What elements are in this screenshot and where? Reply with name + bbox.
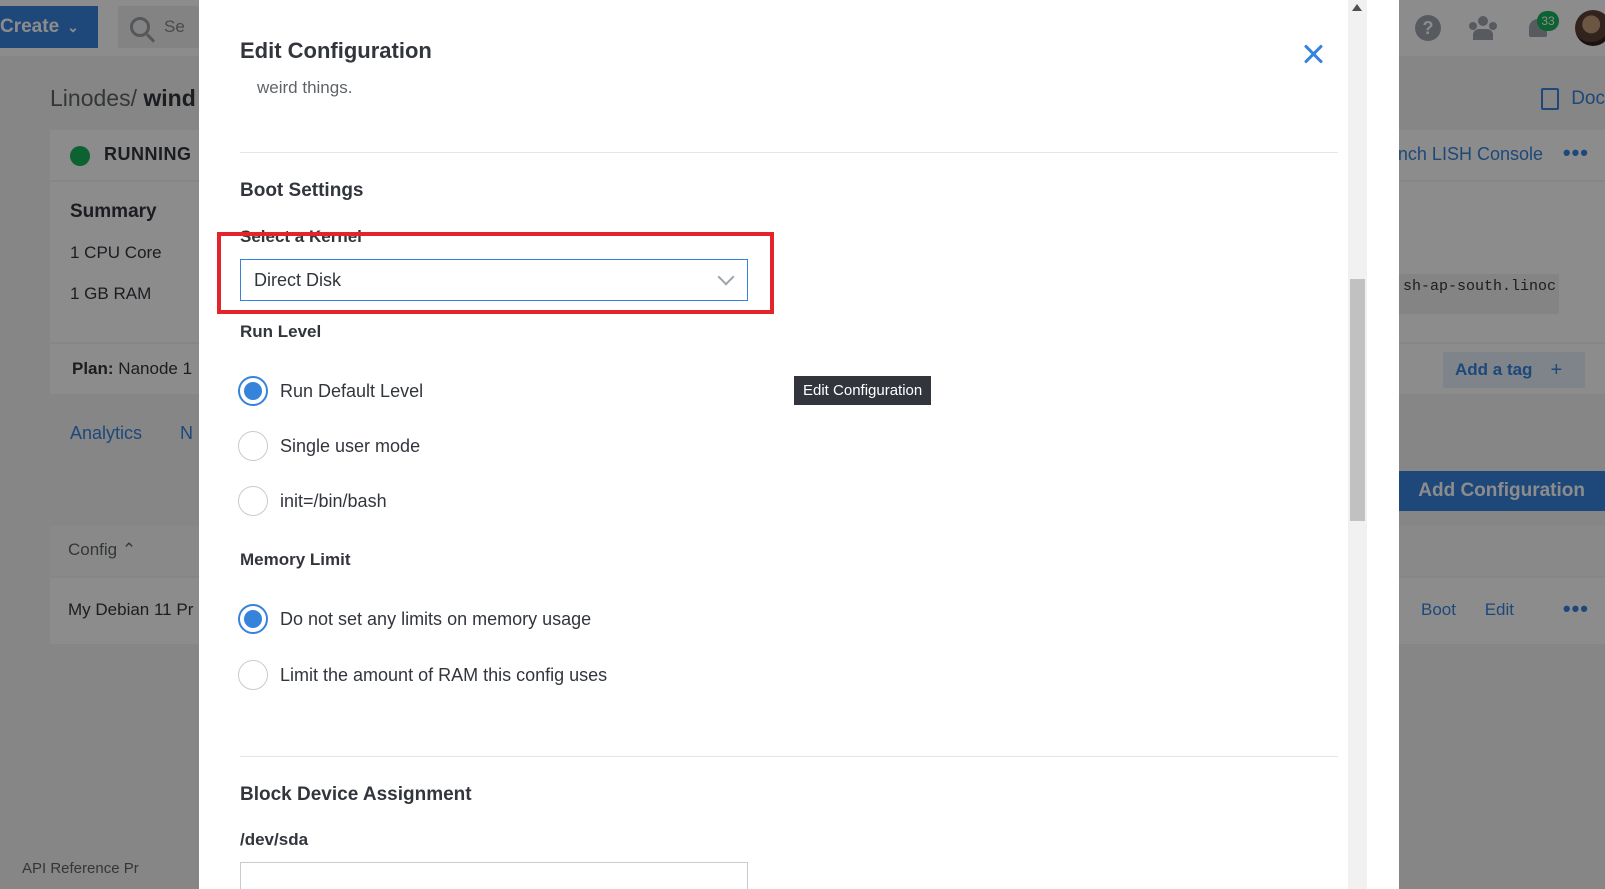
divider: [240, 756, 1338, 757]
radio-label: init=/bin/bash: [280, 490, 387, 511]
block-device-title: Block Device Assignment: [240, 784, 472, 805]
edit-configuration-drawer: Edit Configuration weird things. Boot Se…: [199, 0, 1399, 889]
radio-no-memory-limit[interactable]: Do not set any limits on memory usage: [238, 604, 591, 634]
radio-init-bin-bash[interactable]: init=/bin/bash: [238, 486, 387, 516]
radio-label: Single user mode: [280, 435, 421, 456]
radio-button[interactable]: [238, 660, 268, 690]
divider: [240, 152, 1338, 153]
sda-label: /dev/sda: [240, 830, 309, 849]
close-icon[interactable]: [1301, 42, 1325, 66]
radio-button[interactable]: [238, 431, 268, 461]
run-level-label: Run Level: [240, 322, 322, 341]
radio-label: Limit the amount of RAM this config uses: [280, 664, 608, 685]
highlight-box: [217, 232, 774, 314]
drawer-title: Edit Configuration: [240, 38, 432, 63]
radio-button[interactable]: [238, 486, 268, 516]
sda-select[interactable]: [240, 862, 748, 889]
radio-run-default-level[interactable]: Run Default Level: [238, 376, 423, 406]
radio-label: Run Default Level: [280, 380, 424, 401]
scroll-up-arrow-icon[interactable]: [1352, 4, 1362, 11]
radio-button[interactable]: [238, 376, 268, 406]
boot-settings-title: Boot Settings: [240, 180, 364, 201]
helper-text: weird things.: [257, 78, 353, 97]
radio-single-user-mode[interactable]: Single user mode: [238, 431, 420, 461]
memory-limit-label: Memory Limit: [240, 550, 351, 569]
radio-limit-ram[interactable]: Limit the amount of RAM this config uses: [238, 660, 607, 690]
radio-label: Do not set any limits on memory usage: [280, 608, 592, 629]
scrollbar-thumb[interactable]: [1350, 279, 1365, 521]
tooltip: Edit Configuration: [794, 376, 932, 405]
radio-button[interactable]: [238, 604, 268, 634]
